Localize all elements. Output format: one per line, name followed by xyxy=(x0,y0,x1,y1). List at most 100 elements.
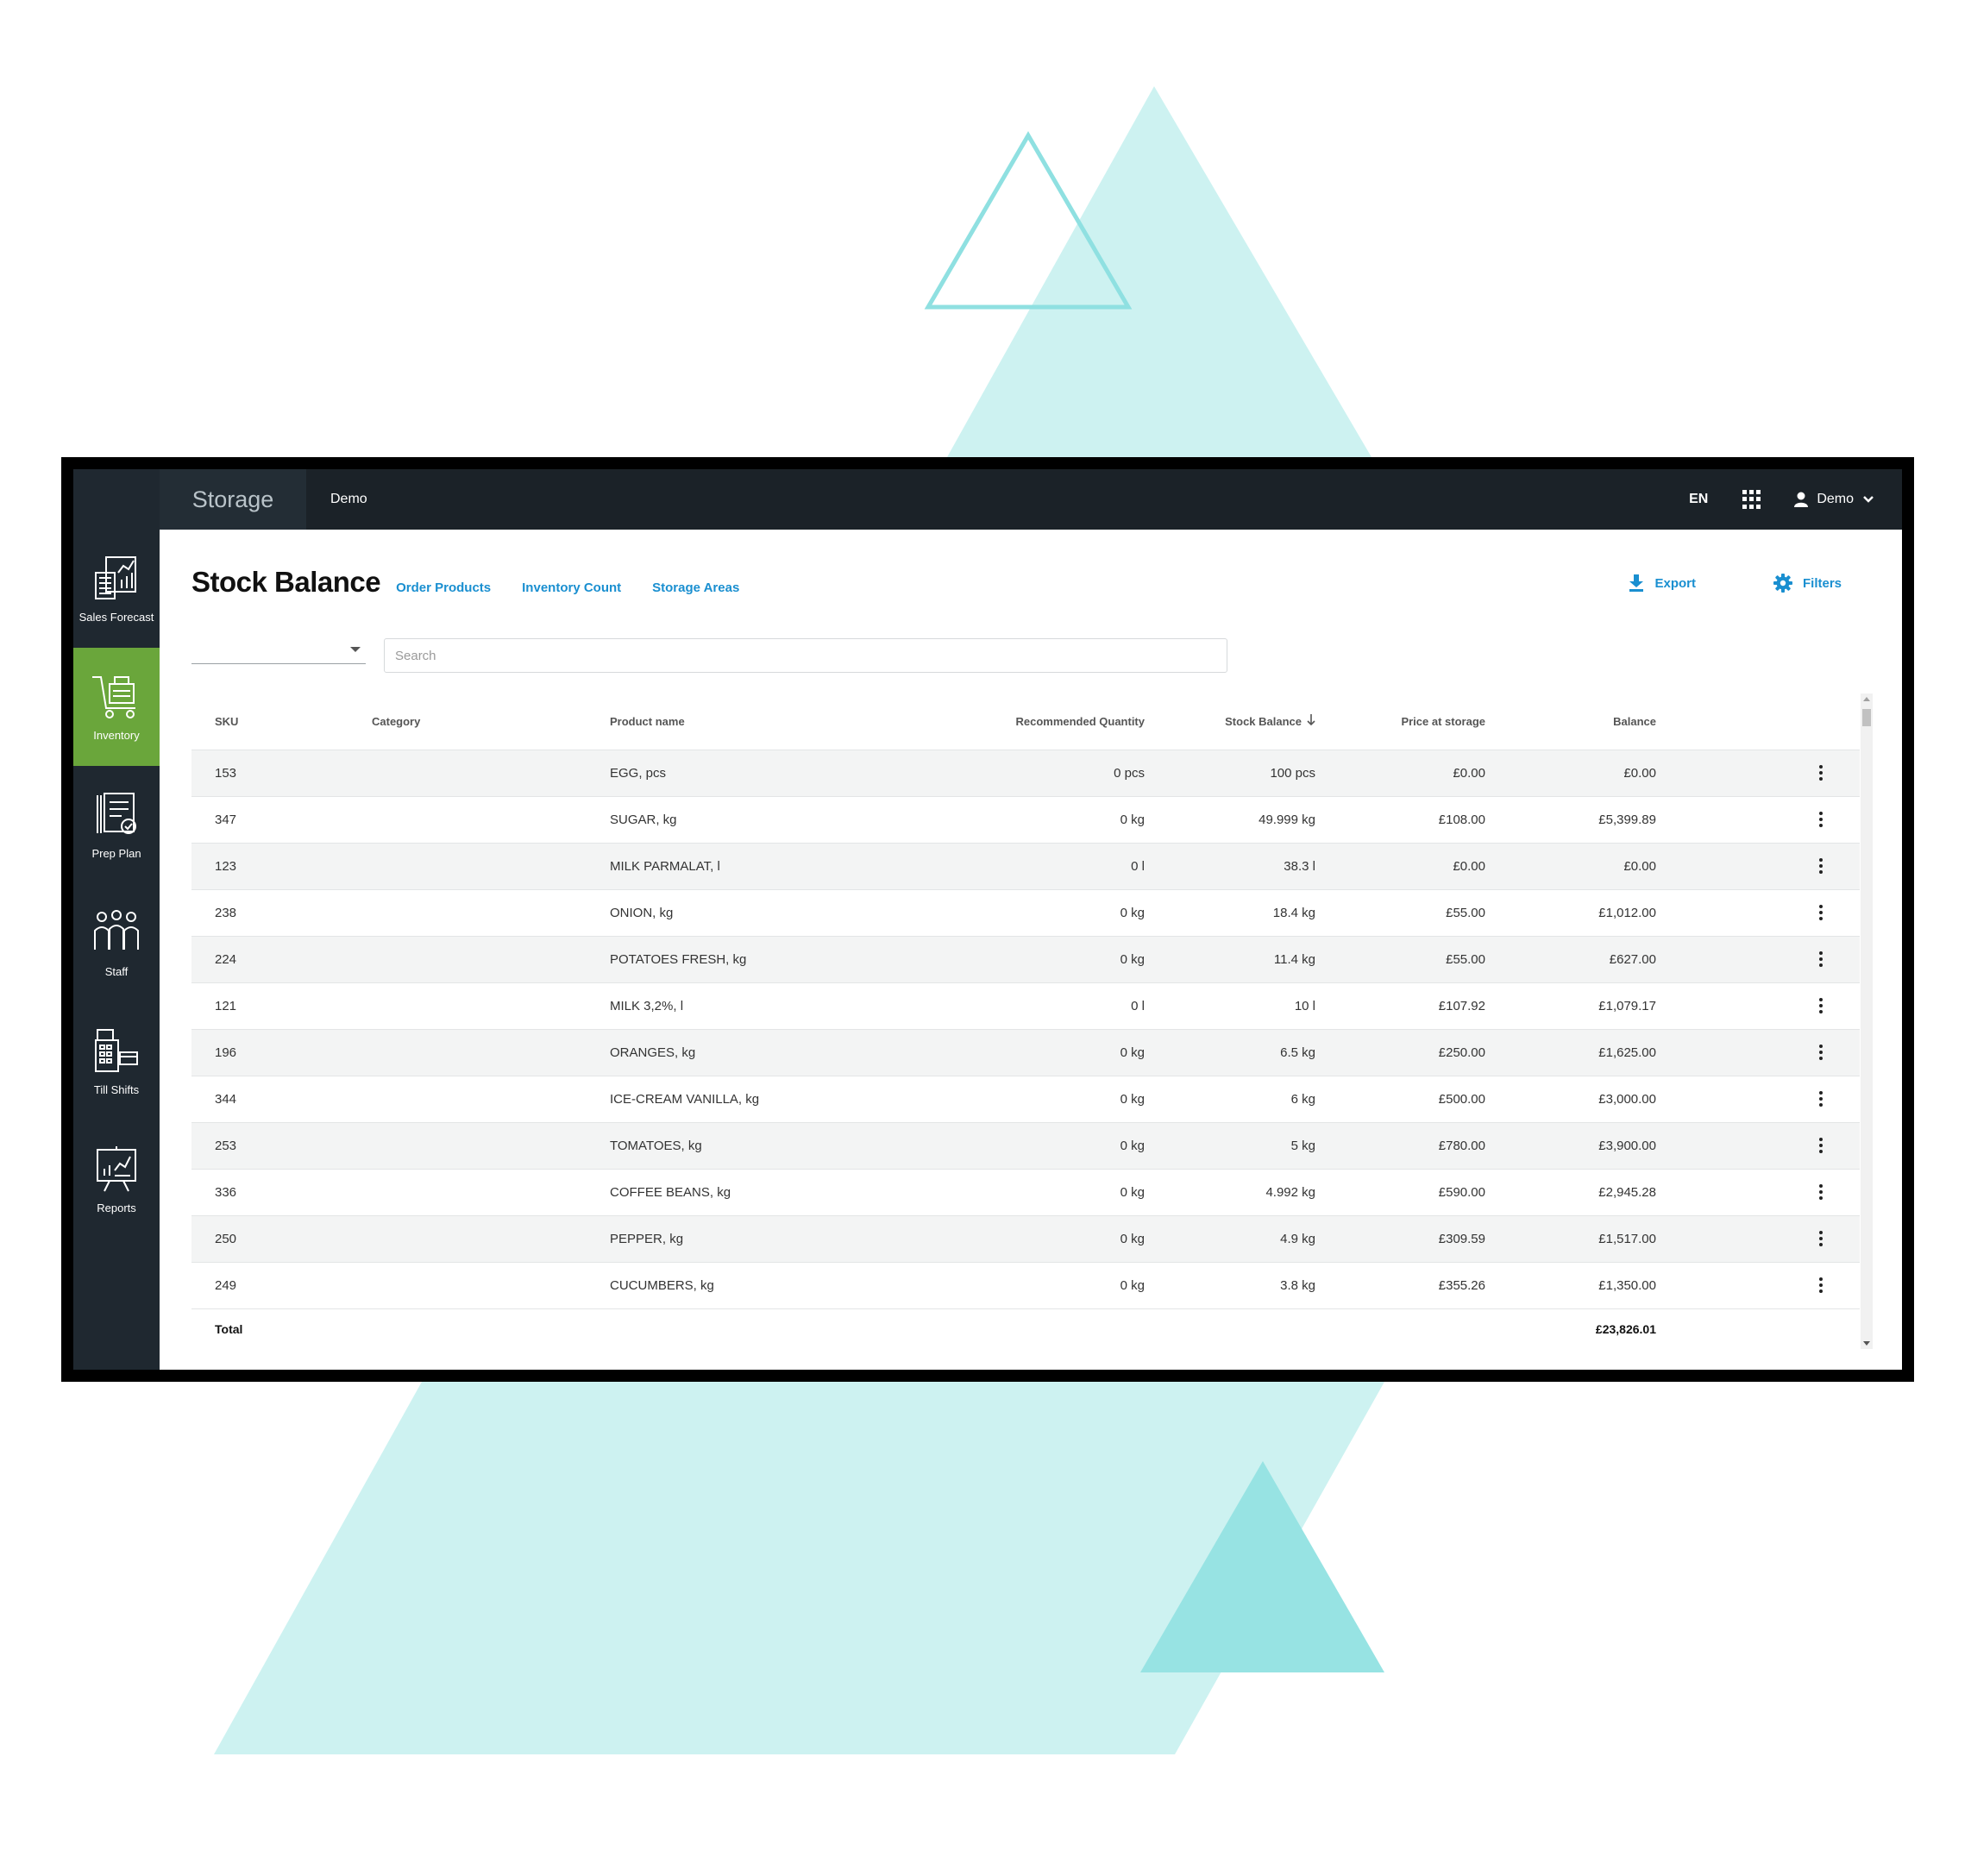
table-row[interactable]: 253 TOMATOES, kg 0 kg 5 kg £780.00 £3,900.00 xyxy=(191,1122,1860,1170)
table-scrollbar[interactable] xyxy=(1861,693,1873,1349)
storage-areas-link[interactable]: Storage Areas xyxy=(652,580,739,595)
order-products-link[interactable]: Order Products xyxy=(396,580,491,595)
cell-category xyxy=(372,982,610,1030)
more-options-icon[interactable] xyxy=(1819,1138,1823,1154)
filters-button[interactable]: Filters xyxy=(1773,574,1842,593)
table-row[interactable]: 347 SUGAR, kg 0 kg 49.999 kg £108.00 £5,399.8… xyxy=(191,796,1860,844)
main-content: Stock Balance Order Products Inventory C… xyxy=(160,530,1902,1370)
storage-select[interactable] xyxy=(191,638,366,664)
scroll-thumb[interactable] xyxy=(1862,709,1871,726)
table-total-row: Total £23,826.01 xyxy=(191,1308,1860,1350)
column-header-price[interactable]: Price at storage xyxy=(1315,693,1485,750)
cell-price: £107.92 xyxy=(1315,982,1485,1030)
sidebar-item-till-shifts[interactable]: Till Shifts xyxy=(73,1002,160,1120)
cell-product: ORANGES, kg xyxy=(610,1029,886,1076)
sidebar: Sales Forecast Inventory Prep Plan Staff… xyxy=(73,530,160,1370)
sidebar-item-label: Prep Plan xyxy=(91,847,141,860)
cell-category xyxy=(372,750,610,797)
cell-sku: 153 xyxy=(191,750,372,797)
more-options-icon[interactable] xyxy=(1819,1045,1823,1061)
cell-balance: £3,000.00 xyxy=(1485,1076,1656,1123)
export-label: Export xyxy=(1654,575,1696,591)
cell-sku: 121 xyxy=(191,982,372,1030)
chevron-down-icon xyxy=(1863,496,1874,503)
prep-plan-icon xyxy=(97,793,136,834)
cell-balance: £627.00 xyxy=(1485,936,1656,983)
more-options-icon[interactable] xyxy=(1819,1091,1823,1107)
table-row[interactable]: 238 ONION, kg 0 kg 18.4 kg £55.00 £1,012.00 xyxy=(191,889,1860,937)
cell-recommended: 0 kg xyxy=(886,1215,1145,1263)
cell-recommended: 0 kg xyxy=(886,889,1145,937)
table-row[interactable]: 121 MILK 3,2%, l0 l 10 l £107.92 £1,079.17 xyxy=(191,982,1860,1030)
cell-recommended: 0 l xyxy=(886,843,1145,890)
column-header-product[interactable]: Product name xyxy=(610,693,886,750)
cell-sku: 336 xyxy=(191,1169,372,1216)
cell-category xyxy=(372,1076,610,1123)
table-row[interactable]: 249 CUCUMBERS, kg 0 kg 3.8 kg £355.26 £1,350.… xyxy=(191,1262,1860,1309)
cell-sku: 123 xyxy=(191,843,372,890)
table-row[interactable]: 336 COFFEE BEANS, kg 0 kg 4.992 kg £590.00 £2… xyxy=(191,1169,1860,1216)
more-options-icon[interactable] xyxy=(1819,1277,1823,1294)
table-row[interactable]: 224 POTATOES FRESH, kg 0 kg 11.4 kg £55.00 £6… xyxy=(191,936,1860,983)
cell-stock-balance: 3.8 kg xyxy=(1145,1262,1315,1309)
export-button[interactable]: Export xyxy=(1629,574,1696,592)
row-actions-cell xyxy=(1656,982,1860,1030)
till-icon xyxy=(95,1029,138,1072)
more-options-icon[interactable] xyxy=(1819,951,1823,968)
language-switch[interactable]: EN xyxy=(1689,492,1708,507)
inventory-count-link[interactable]: Inventory Count xyxy=(522,580,621,595)
sidebar-item-inventory[interactable]: Inventory xyxy=(73,648,160,766)
cell-balance: £5,399.89 xyxy=(1485,796,1656,844)
total-label: Total xyxy=(191,1308,372,1350)
row-actions-cell xyxy=(1656,843,1860,890)
table-row[interactable]: 196 ORANGES, kg 0 kg 6.5 kg £250.00 £1,625.00 xyxy=(191,1029,1860,1076)
scroll-up-arrow-icon[interactable] xyxy=(1863,697,1870,701)
stock-table: SKU Category Product name Recommended Qu… xyxy=(191,693,1860,1350)
sidebar-item-sales-forecast[interactable]: Sales Forecast xyxy=(73,530,160,648)
more-options-icon[interactable] xyxy=(1819,998,1823,1014)
cell-sku: 347 xyxy=(191,796,372,844)
apps-grid-icon[interactable] xyxy=(1742,490,1761,509)
sidebar-item-reports[interactable]: Reports xyxy=(73,1120,160,1239)
column-header-stock-balance[interactable]: Stock Balance xyxy=(1145,693,1315,750)
venue-selector[interactable]: Demo xyxy=(330,492,367,507)
sidebar-item-staff[interactable]: Staff xyxy=(73,884,160,1002)
column-header-recommended[interactable]: Recommended Quantity xyxy=(886,693,1145,750)
cell-category xyxy=(372,796,610,844)
cell-category xyxy=(372,889,610,937)
table-row[interactable]: 123 MILK PARMALAT, l0 l 38.3 l £0.00 £0.00 xyxy=(191,843,1860,890)
more-options-icon[interactable] xyxy=(1819,1231,1823,1247)
row-actions-cell xyxy=(1656,1262,1860,1309)
cell-price: £780.00 xyxy=(1315,1122,1485,1170)
cell-price: £250.00 xyxy=(1315,1029,1485,1076)
cell-balance: £1,079.17 xyxy=(1485,982,1656,1030)
cell-balance: £1,012.00 xyxy=(1485,889,1656,937)
more-options-icon[interactable] xyxy=(1819,812,1823,828)
logo-area xyxy=(73,469,160,530)
user-menu[interactable]: Demo xyxy=(1794,492,1883,507)
column-header-sku[interactable]: SKU xyxy=(191,693,372,750)
cell-category xyxy=(372,1169,610,1216)
sidebar-item-prep-plan[interactable]: Prep Plan xyxy=(73,766,160,884)
app-window: Storage Demo EN Demo Sales Forecast Inve… xyxy=(61,457,1914,1382)
table-row[interactable]: 250 PEPPER, kg 0 kg 4.9 kg £309.59 £1,517.00 xyxy=(191,1215,1860,1263)
table-row[interactable]: 344 ICE-CREAM VANILLA, kg 0 kg 6 kg £500.00 £… xyxy=(191,1076,1860,1123)
column-header-category[interactable]: Category xyxy=(372,693,610,750)
column-header-stock-balance-label: Stock Balance xyxy=(1225,715,1302,729)
search-input[interactable] xyxy=(384,638,1227,673)
cell-balance: £2,945.28 xyxy=(1485,1169,1656,1216)
cell-category xyxy=(372,1029,610,1076)
row-actions-cell xyxy=(1656,936,1860,983)
more-options-icon[interactable] xyxy=(1819,858,1823,875)
scroll-down-arrow-icon[interactable] xyxy=(1863,1341,1870,1346)
more-options-icon[interactable] xyxy=(1819,765,1823,781)
cell-recommended: 0 kg xyxy=(886,1029,1145,1076)
column-header-balance[interactable]: Balance xyxy=(1485,693,1656,750)
cell-category xyxy=(372,1122,610,1170)
more-options-icon[interactable] xyxy=(1819,905,1823,921)
more-options-icon[interactable] xyxy=(1819,1184,1823,1201)
table-header-row: SKU Category Product name Recommended Qu… xyxy=(191,693,1860,750)
cell-balance: £1,350.00 xyxy=(1485,1262,1656,1309)
sidebar-item-label: Reports xyxy=(97,1202,136,1214)
table-row[interactable]: 153 EGG, pcs 0 pcs 100 pcs £0.00 £0.00 xyxy=(191,750,1860,797)
